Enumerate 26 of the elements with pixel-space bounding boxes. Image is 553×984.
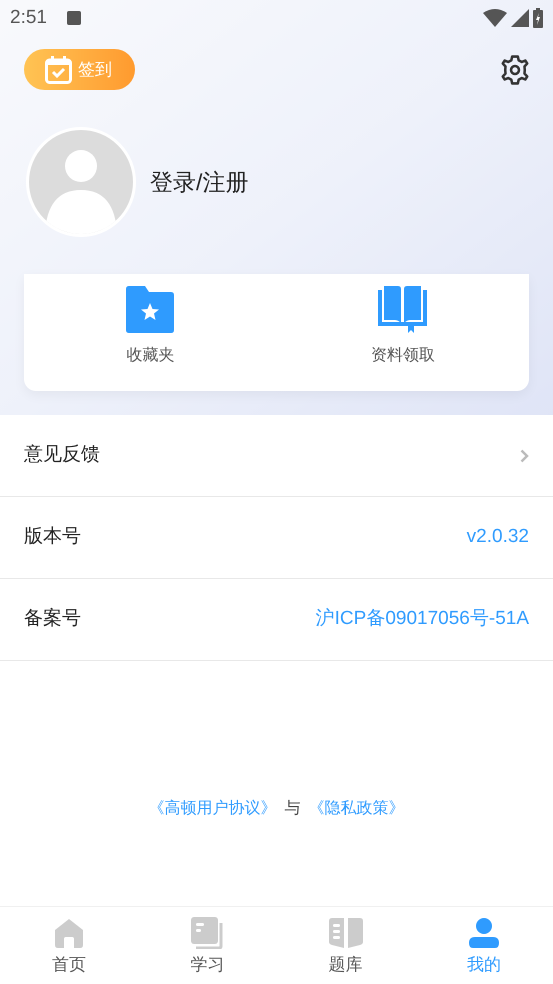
shortcut-link[interactable]: 资料领取	[370, 344, 435, 368]
status-time: 2:51	[10, 6, 47, 30]
person-icon	[468, 918, 499, 948]
book-list-icon	[328, 918, 363, 948]
setting-label: 版本号	[24, 525, 81, 550]
battery-icon	[533, 8, 543, 28]
home-icon	[54, 918, 84, 948]
setting-value: 沪ICP备09017056号-51A	[316, 606, 529, 632]
signal-icon	[511, 9, 529, 27]
shortcut-link[interactable]: 收藏夹	[126, 344, 174, 368]
tab-button[interactable]: 题库	[276, 907, 415, 984]
setting-label[interactable]: 意见反馈	[24, 441, 100, 470]
tab-button[interactable]: 学习	[138, 907, 276, 984]
chevron-right-icon	[520, 448, 529, 462]
feedback-row[interactable]: 意见反馈	[0, 415, 553, 497]
keyboard-indicator-icon	[66, 11, 81, 25]
star-folder-icon	[126, 286, 174, 333]
tab-button[interactable]: 首页	[0, 907, 138, 984]
setting-label: 备案号	[24, 606, 81, 632]
setting-value: v2.0.32	[466, 525, 529, 550]
login-register-link[interactable]: 登录/注册	[150, 164, 248, 200]
wifi-icon	[483, 9, 507, 27]
calendar-check-icon	[45, 56, 72, 84]
separator-text: 与	[284, 798, 300, 819]
notebook-icon	[191, 917, 224, 949]
open-book-icon	[378, 286, 428, 333]
